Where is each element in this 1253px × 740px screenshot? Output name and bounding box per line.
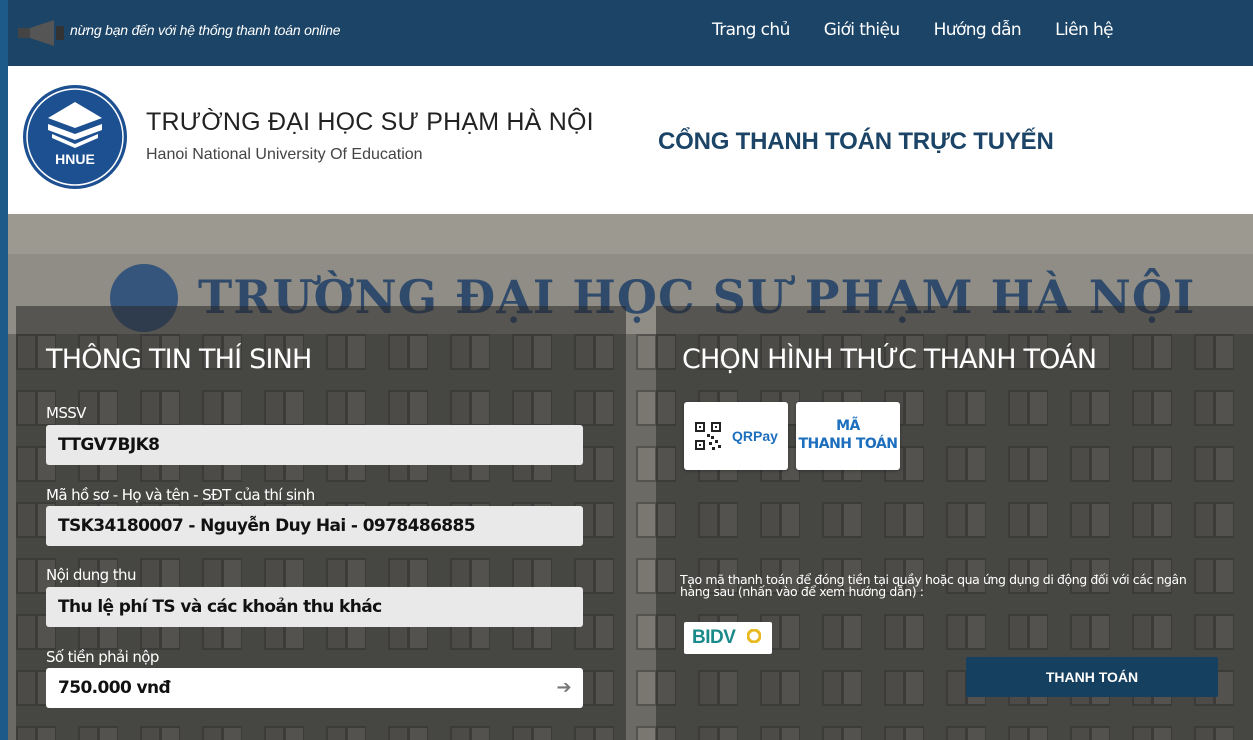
payment-code-label-line1: MÃ xyxy=(836,418,860,434)
payment-code-label-line2: THANH TOÁN xyxy=(798,436,898,452)
megaphone-icon xyxy=(18,20,64,46)
portal-title: CỔNG THANH TOÁN TRỰC TUYẾN xyxy=(658,128,1054,155)
submit-payment-button[interactable]: THANH TOÁN xyxy=(966,657,1218,697)
nav-home[interactable]: Trang chủ xyxy=(712,20,790,40)
top-bar: nừng bạn đến với hệ thống thanh toán onl… xyxy=(0,0,1253,66)
logo-text: HNUE xyxy=(55,151,95,167)
qr-code-icon xyxy=(694,421,722,451)
bidv-logo-text: BIDV xyxy=(692,627,736,648)
amount-label: Số tiền phải nộp xyxy=(46,648,159,666)
university-name: TRƯỜNG ĐẠI HỌC SƯ PHẠM HÀ NỘI xyxy=(146,108,594,136)
bidv-logo-icon xyxy=(747,629,761,643)
payment-code-option[interactable]: MÃ THANH TOÁN xyxy=(796,402,900,470)
content-label: Nội dung thu xyxy=(46,566,136,584)
profile-field[interactable]: TSK34180007 - Nguyễn Duy Hai - 097848688… xyxy=(46,506,583,546)
profile-label: Mã hồ sơ - Họ và tên - SĐT của thí sinh xyxy=(46,486,315,504)
university-logo[interactable]: HNUE xyxy=(22,84,128,190)
payment-code-label: MÃ THANH TOÁN xyxy=(796,417,900,453)
nav-about[interactable]: Giới thiệu xyxy=(824,20,900,40)
payment-title: CHỌN HÌNH THỨC THANH TOÁN xyxy=(682,344,1097,375)
amount-value: 750.000 vnđ xyxy=(58,678,171,698)
nav-guide[interactable]: Hướng dẫn xyxy=(934,20,1022,40)
student-info-title: THÔNG TIN THÍ SINH xyxy=(46,344,312,375)
mssv-label: MSSV xyxy=(46,404,86,422)
site-header: HNUE TRƯỜNG ĐẠI HỌC SƯ PHẠM HÀ NỘI Hanoi… xyxy=(0,66,1253,214)
payment-info-text: Tạo mã thanh toán để đóng tiền tại quầy … xyxy=(680,572,1187,599)
qrpay-option[interactable]: QRPay xyxy=(684,402,788,470)
content-field[interactable]: Thu lệ phí TS và các khoản thu khác xyxy=(46,587,583,627)
bidv-bank-button[interactable]: BIDV xyxy=(684,622,772,654)
arrow-right-icon[interactable]: ➔ xyxy=(557,677,572,698)
main-nav: Trang chủ Giới thiệu Hướng dẫn Liên hệ xyxy=(712,20,1147,40)
nav-contact[interactable]: Liên hệ xyxy=(1055,20,1113,40)
mssv-field[interactable]: TTGV7BJK8 xyxy=(46,425,583,465)
university-name-en: Hanoi National University Of Education xyxy=(146,146,423,163)
amount-field[interactable]: 750.000 vnđ ➔ xyxy=(46,668,583,708)
qrpay-label: QRPay xyxy=(732,428,778,444)
tagline: nừng bạn đến với hệ thống thanh toán onl… xyxy=(70,22,341,38)
